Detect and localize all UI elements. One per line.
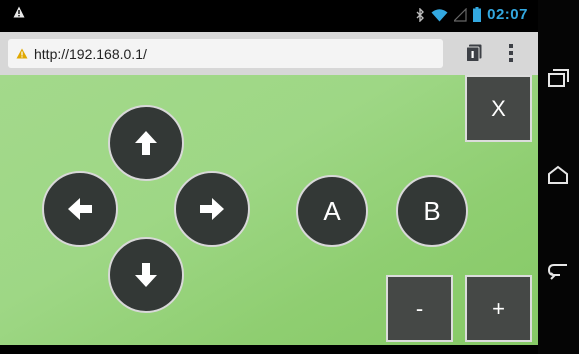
device-screen: 02:07 http://192.168.0.1/ A B X - + xyxy=(0,0,538,354)
battery-icon xyxy=(473,7,482,22)
back-icon[interactable] xyxy=(546,259,570,283)
dpad-right-button[interactable] xyxy=(174,171,250,247)
wifi-icon xyxy=(431,8,448,21)
arrow-right-icon xyxy=(200,198,224,220)
home-icon[interactable] xyxy=(546,163,570,187)
recent-apps-icon[interactable] xyxy=(546,66,570,90)
status-bar: 02:07 xyxy=(0,0,538,30)
x-button-label: X xyxy=(491,95,506,121)
x-button[interactable]: X xyxy=(465,75,532,142)
controller-page: A B X - + xyxy=(0,75,538,345)
dpad-left-button[interactable] xyxy=(42,171,118,247)
minus-button-label: - xyxy=(415,295,424,321)
navigation-bar xyxy=(538,0,579,354)
tabs-icon[interactable] xyxy=(466,44,482,62)
b-button-label: B xyxy=(423,195,441,226)
warning-icon xyxy=(13,6,25,18)
b-button[interactable]: B xyxy=(396,175,468,247)
status-icons: 02:07 xyxy=(416,6,528,23)
plus-button[interactable]: + xyxy=(465,275,532,342)
warning-icon xyxy=(16,48,28,59)
dpad-down-button[interactable] xyxy=(108,237,184,313)
a-button[interactable]: A xyxy=(296,175,368,247)
arrow-up-icon xyxy=(135,131,157,155)
browser-toolbar: http://192.168.0.1/ xyxy=(0,32,538,75)
minus-button[interactable]: - xyxy=(386,275,453,342)
signal-icon xyxy=(454,7,467,22)
url-text[interactable]: http://192.168.0.1/ xyxy=(34,46,147,62)
arrow-left-icon xyxy=(68,198,92,220)
overflow-menu-icon[interactable] xyxy=(507,42,515,64)
a-button-label: A xyxy=(323,195,341,226)
bluetooth-icon xyxy=(416,7,425,22)
arrow-down-icon xyxy=(135,263,157,287)
clock: 02:07 xyxy=(487,6,528,23)
dpad-up-button[interactable] xyxy=(108,105,184,181)
address-bar[interactable]: http://192.168.0.1/ xyxy=(8,39,443,68)
plus-button-label: + xyxy=(492,295,505,321)
